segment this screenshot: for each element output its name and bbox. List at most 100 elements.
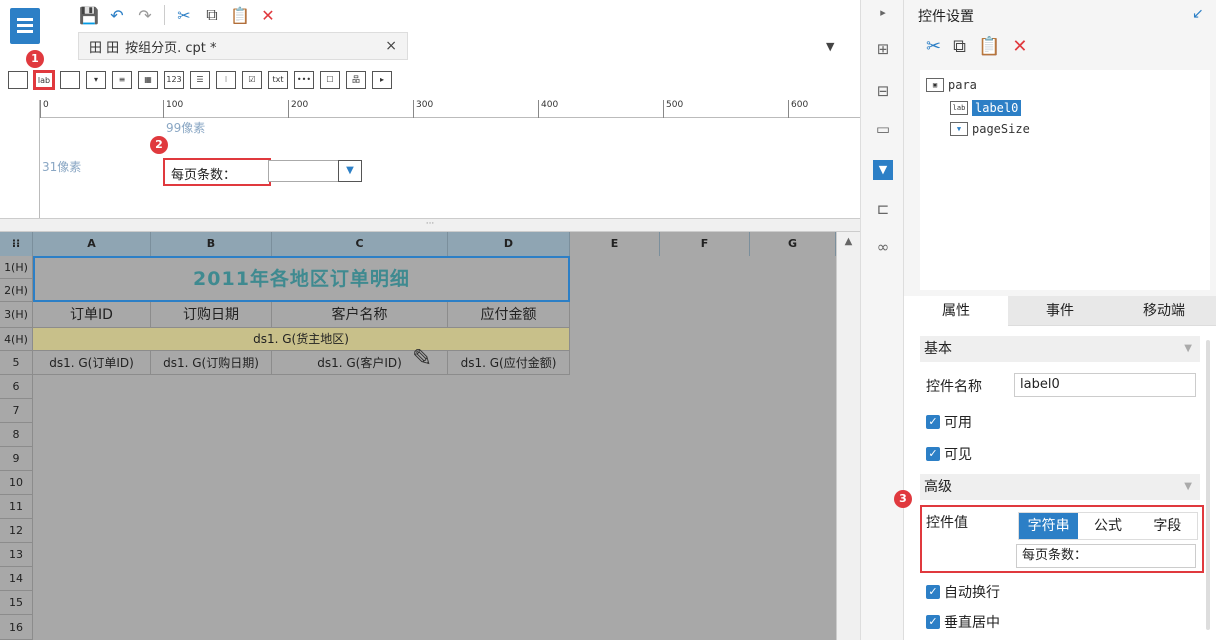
widget-tree[interactable]: ▣ para lab label0 ▼ pageSize xyxy=(920,70,1210,290)
link-icon[interactable]: ∞ xyxy=(873,238,893,258)
save-icon[interactable]: 💾 xyxy=(78,4,100,26)
column-header[interactable]: F xyxy=(660,232,750,256)
label-widget-icon[interactable]: lab xyxy=(33,70,55,90)
tab-properties[interactable]: 属性 xyxy=(904,296,1008,326)
checkbox-checked-icon: ✓ xyxy=(926,447,940,461)
row-header[interactable]: 11 xyxy=(0,495,33,519)
row-header[interactable]: 15 xyxy=(0,591,33,615)
paste-icon[interactable]: 📋 xyxy=(229,4,251,26)
pane-splitter[interactable]: ··· xyxy=(0,218,860,232)
text-widget-icon[interactable]: txt xyxy=(268,71,288,89)
row-header[interactable]: 7 xyxy=(0,399,33,423)
mode-field-button[interactable]: 字段 xyxy=(1138,513,1197,539)
copy-icon[interactable]: ⧉ xyxy=(953,36,966,57)
detail-cell[interactable]: ds1. G(应付金额) xyxy=(448,351,570,375)
detail-cell[interactable]: ds1. G(订单ID) xyxy=(33,351,151,375)
row-header[interactable]: 13 xyxy=(0,543,33,567)
properties-scrollbar[interactable] xyxy=(1206,340,1210,630)
detail-cell[interactable]: ds1. G(订购日期) xyxy=(151,351,272,375)
row-header[interactable]: 14 xyxy=(0,567,33,591)
hyperlink-attr-icon[interactable]: ⊏ xyxy=(873,200,893,220)
enabled-checkbox[interactable]: ✓ 可用 xyxy=(926,412,972,432)
column-header[interactable]: A xyxy=(33,232,151,256)
row-header[interactable]: 5 xyxy=(0,351,33,375)
row-header[interactable]: 2(H) xyxy=(0,279,33,302)
grid-vertical-scrollbar[interactable]: ▲ xyxy=(836,232,860,640)
textfield-widget-icon[interactable] xyxy=(60,71,80,89)
row-header[interactable]: 8 xyxy=(0,423,33,447)
cell-attr-icon[interactable]: ⊞ xyxy=(873,40,893,60)
checkbox-group-icon[interactable]: ☑ xyxy=(242,71,262,89)
close-tab-icon[interactable]: × xyxy=(385,38,397,54)
pagesize-combobox[interactable] xyxy=(268,160,340,182)
row-header[interactable]: 10 xyxy=(0,471,33,495)
condition-attr-icon[interactable]: ⊟ xyxy=(873,82,893,102)
row-header[interactable]: 1(H) xyxy=(0,256,33,279)
radio-group-icon[interactable]: ⁝ xyxy=(216,71,236,89)
collapse-panel-icon[interactable]: ↙ xyxy=(1192,6,1204,22)
column-header[interactable]: D xyxy=(448,232,570,256)
app-logo-icon[interactable] xyxy=(10,8,40,44)
widget-settings-icon[interactable]: ▼ xyxy=(873,160,893,180)
tab-events[interactable]: 事件 xyxy=(1008,296,1112,326)
cut-icon[interactable]: ✂ xyxy=(926,36,941,57)
row-header[interactable]: 12 xyxy=(0,519,33,543)
widget-value-input[interactable]: 每页条数： xyxy=(1016,544,1196,568)
delete-icon[interactable]: ✕ xyxy=(1012,36,1027,57)
button-widget-icon[interactable] xyxy=(8,71,28,89)
section-advanced[interactable]: 高级 ▼ xyxy=(920,474,1200,500)
more-widgets-icon[interactable]: ▸ xyxy=(372,71,392,89)
section-basic[interactable]: 基本 ▼ xyxy=(920,336,1200,362)
report-title-cell[interactable]: 2011年各地区订单明细 xyxy=(33,256,570,302)
redo-icon[interactable]: ↷ xyxy=(134,4,156,26)
column-header[interactable]: B xyxy=(151,232,272,256)
row-header[interactable]: 4(H) xyxy=(0,328,33,351)
column-header[interactable]: C xyxy=(272,232,448,256)
paste-icon[interactable]: 📋 xyxy=(978,36,1000,57)
column-header[interactable]: G xyxy=(750,232,836,256)
header-cell[interactable]: 订单ID xyxy=(33,302,151,328)
tree-item-pagesize[interactable]: ▼ pageSize xyxy=(950,122,1030,136)
combobox-widget-icon[interactable]: ▾ xyxy=(86,71,106,89)
label-widget[interactable]: 每页条数： xyxy=(163,158,271,186)
auto-wrap-checkbox[interactable]: ✓ 自动换行 xyxy=(926,582,1000,602)
grid-corner[interactable]: ⁝⁝ xyxy=(0,232,33,256)
textarea-widget-icon[interactable]: ☰ xyxy=(190,71,210,89)
combobox-dropdown-icon[interactable]: ▼ xyxy=(338,160,362,182)
vertical-center-checkbox[interactable]: ✓ 垂直居中 xyxy=(926,612,1000,632)
password-widget-icon[interactable]: ••• xyxy=(294,71,314,89)
tree-item-label0[interactable]: lab label0 xyxy=(950,100,1022,116)
tree-root[interactable]: ▣ para xyxy=(926,78,977,92)
group-cell[interactable]: ds1. G(货主地区) xyxy=(33,328,570,351)
undo-icon[interactable]: ↶ xyxy=(106,4,128,26)
tree-widget-icon[interactable]: 品 xyxy=(346,71,366,89)
tab-menu-icon[interactable]: ▼ xyxy=(826,40,834,53)
header-cell[interactable]: 订购日期 xyxy=(151,302,272,328)
column-header[interactable]: E xyxy=(570,232,660,256)
step-badge-1: 1 xyxy=(26,50,44,68)
checkbox-checked-icon: ✓ xyxy=(926,615,940,629)
list-widget-icon[interactable]: ≡ xyxy=(112,71,132,89)
number-widget-icon[interactable]: 123 xyxy=(164,71,184,89)
copy-icon[interactable]: ⧉ xyxy=(201,4,223,26)
delete-icon[interactable]: ✕ xyxy=(257,4,279,26)
report-grid[interactable]: ⁝⁝ A B C D E F G 1(H) 2(H) 3(H) 4(H) 5 6… xyxy=(0,232,836,640)
row-header[interactable]: 3(H) xyxy=(0,302,33,328)
row-header[interactable]: 6 xyxy=(0,375,33,399)
header-cell[interactable]: 客户名称 xyxy=(272,302,448,328)
widget-name-input[interactable]: label0 xyxy=(1014,373,1196,397)
date-widget-icon[interactable]: ▦ xyxy=(138,71,158,89)
mode-formula-button[interactable]: 公式 xyxy=(1078,513,1137,539)
expand-arrow-icon[interactable]: ▸ xyxy=(873,6,893,26)
row-header[interactable]: 16 xyxy=(0,615,33,640)
scroll-up-icon[interactable]: ▲ xyxy=(837,236,860,247)
checkbox-widget-icon[interactable]: ☐ xyxy=(320,71,340,89)
file-tab[interactable]: 田 田 按组分页. cpt * × xyxy=(78,32,408,60)
tab-mobile[interactable]: 移动端 xyxy=(1112,296,1216,326)
header-cell[interactable]: 应付金额 xyxy=(448,302,570,328)
cut-icon[interactable]: ✂ xyxy=(173,4,195,26)
visible-checkbox[interactable]: ✓ 可见 xyxy=(926,444,972,464)
mode-string-button[interactable]: 字符串 xyxy=(1019,513,1079,539)
row-header[interactable]: 9 xyxy=(0,447,33,471)
float-element-icon[interactable]: ▭ xyxy=(873,120,893,140)
